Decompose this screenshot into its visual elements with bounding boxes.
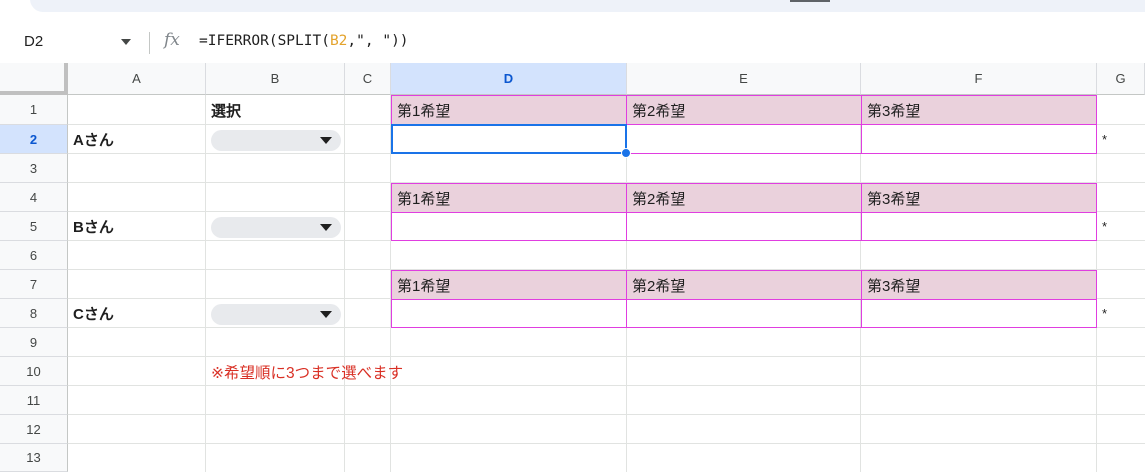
cell-d7[interactable]: 第1希望	[391, 270, 627, 300]
cell-a2[interactable]: Aさん	[68, 125, 206, 154]
toolbar-indicator	[790, 0, 830, 2]
gridline	[344, 95, 345, 472]
cell-f4[interactable]: 第3希望	[861, 183, 1097, 213]
cell-a8[interactable]: Cさん	[68, 299, 206, 328]
column-header-b[interactable]: B	[206, 63, 345, 95]
cell-e1[interactable]: 第2希望	[626, 95, 862, 125]
column-header-a[interactable]: A	[68, 63, 206, 95]
formula-bar: D2 fx =IFERROR(SPLIT(B2,", "))	[0, 22, 1145, 63]
column-header-e[interactable]: E	[627, 63, 861, 95]
select-all-corner[interactable]	[0, 63, 68, 95]
divider	[149, 32, 150, 54]
chevron-down-icon	[320, 311, 332, 318]
cell-b10[interactable]: ※希望順に3つまで選べます	[206, 357, 606, 386]
row-header-2[interactable]: 2	[0, 125, 68, 154]
cell-d5[interactable]	[391, 212, 627, 241]
formula-prefix: =IFERROR(SPLIT(	[199, 33, 330, 49]
chevron-down-icon	[320, 137, 332, 144]
column-header-d[interactable]: D	[391, 63, 627, 95]
cell-e2[interactable]	[626, 124, 862, 154]
name-box[interactable]: D2	[24, 33, 43, 50]
toolbar-strip	[0, 0, 1145, 22]
row-header-6[interactable]: 6	[0, 241, 68, 270]
selection-box	[391, 124, 627, 154]
row-header-4[interactable]: 4	[0, 183, 68, 212]
cell-e7[interactable]: 第2希望	[626, 270, 862, 300]
row-header-10[interactable]: 10	[0, 357, 68, 386]
cell-g8[interactable]: *	[1097, 299, 1145, 328]
cell-d1[interactable]: 第1希望	[391, 95, 627, 125]
dropdown-b8[interactable]	[211, 304, 341, 325]
row-header-1[interactable]: 1	[0, 95, 68, 125]
formula-input[interactable]: =IFERROR(SPLIT(B2,", "))	[199, 33, 409, 49]
cell-f1[interactable]: 第3希望	[861, 95, 1097, 125]
row-header-3[interactable]: 3	[0, 154, 68, 183]
function-icon: fx	[164, 30, 180, 50]
cell-e4[interactable]: 第2希望	[626, 183, 862, 213]
gridline	[68, 443, 1145, 444]
cell-b1[interactable]: 選択	[206, 95, 345, 125]
cell-e5[interactable]	[626, 212, 862, 241]
chevron-down-icon[interactable]	[121, 39, 131, 45]
row-header-13[interactable]: 13	[0, 444, 68, 472]
row-header-7[interactable]: 7	[0, 270, 68, 299]
column-header-g[interactable]: G	[1097, 63, 1145, 95]
row-header-8[interactable]: 8	[0, 299, 68, 328]
cell-d4[interactable]: 第1希望	[391, 183, 627, 213]
cell-f7[interactable]: 第3希望	[861, 270, 1097, 300]
cell-g5[interactable]: *	[1097, 212, 1145, 241]
search-bar[interactable]	[30, 0, 1145, 12]
cell-f8[interactable]	[861, 299, 1097, 328]
fill-handle[interactable]	[621, 148, 631, 158]
dropdown-b5[interactable]	[211, 217, 341, 238]
cell-a5[interactable]: Bさん	[68, 212, 206, 241]
dropdown-b2[interactable]	[211, 130, 341, 151]
row-header-9[interactable]: 9	[0, 328, 68, 357]
formula-ref: B2	[329, 33, 348, 49]
gridline	[68, 414, 1145, 415]
cell-g2[interactable]: *	[1097, 125, 1145, 154]
column-header-c[interactable]: C	[345, 63, 391, 95]
row-header-12[interactable]: 12	[0, 415, 68, 444]
cell-e8[interactable]	[626, 299, 862, 328]
cell-d8[interactable]	[391, 299, 627, 328]
column-header-f[interactable]: F	[861, 63, 1097, 95]
spreadsheet-grid: A B C D E F G 1 2 3 4 5 6 7 8 9 10 11 12…	[0, 63, 1145, 472]
cell-f2[interactable]	[861, 124, 1097, 154]
chevron-down-icon	[320, 224, 332, 231]
formula-suffix: ,", "))	[347, 33, 409, 49]
row-header-5[interactable]: 5	[0, 212, 68, 241]
cell-f5[interactable]	[861, 212, 1097, 241]
row-header-11[interactable]: 11	[0, 386, 68, 415]
